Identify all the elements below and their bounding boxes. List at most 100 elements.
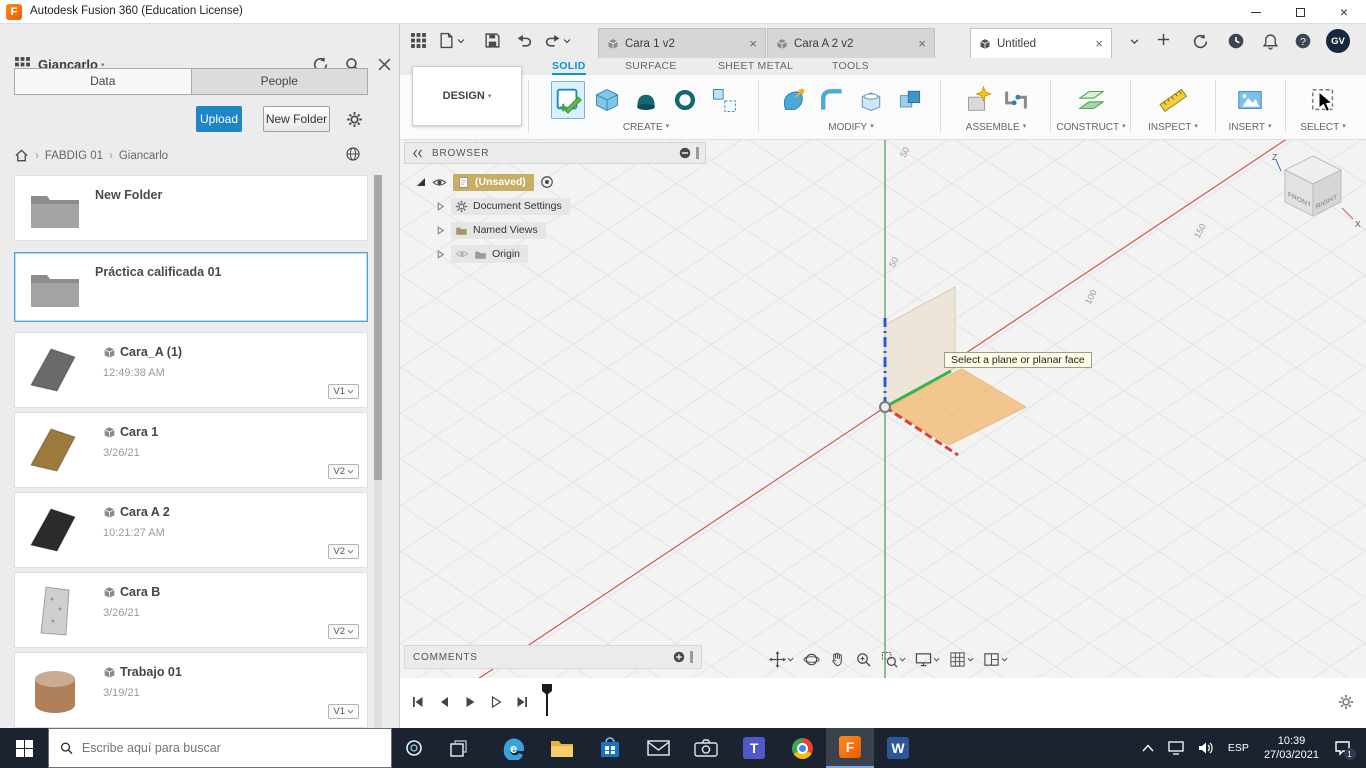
breadcrumb-current[interactable]: Giancarlo <box>119 150 168 162</box>
browser-root-row[interactable]: (Unsaved) <box>416 172 554 192</box>
version-dropdown[interactable]: V2 <box>328 624 359 639</box>
create-form-button[interactable] <box>590 81 624 119</box>
skip-to-start-button[interactable] <box>410 694 426 710</box>
home-icon[interactable] <box>14 148 29 163</box>
select-menu[interactable]: SELECT ▾ <box>1286 122 1360 133</box>
user-avatar[interactable]: GV <box>1326 29 1350 53</box>
version-dropdown[interactable]: V2 <box>328 464 359 479</box>
revolve-button[interactable] <box>629 81 663 119</box>
action-center-button[interactable]: 1 <box>1327 728 1358 768</box>
zoom-button[interactable] <box>852 649 875 670</box>
fillet-button[interactable] <box>815 81 849 119</box>
measure-button[interactable] <box>1156 81 1190 119</box>
redo-icon[interactable] <box>544 32 561 49</box>
browser-panel-header[interactable]: BROWSER <box>404 142 706 164</box>
undo-icon[interactable] <box>516 32 533 49</box>
document-tab[interactable]: Cara A 2 v2 × <box>767 28 935 58</box>
visibility-eye-off-icon[interactable] <box>455 247 469 261</box>
language-indicator[interactable]: ESP <box>1221 728 1256 768</box>
close-panel-icon[interactable] <box>376 56 393 73</box>
folder-card-selected[interactable]: Práctica calificada 01 <box>14 252 368 322</box>
search-input[interactable] <box>81 741 381 755</box>
workspace-selector[interactable]: DESIGN ▾ <box>412 66 522 126</box>
panel-settings-gear-icon[interactable] <box>346 111 363 128</box>
taskbar-word[interactable]: W <box>874 728 922 768</box>
upload-button[interactable]: Upload <box>196 106 242 132</box>
scrollbar-track[interactable] <box>374 175 382 728</box>
taskbar-edge[interactable]: e <box>490 728 538 768</box>
task-view-button[interactable] <box>436 728 480 768</box>
timeline-settings-gear-icon[interactable] <box>1338 694 1354 710</box>
taskbar-teams[interactable]: T <box>730 728 778 768</box>
tab-list-chevron-icon[interactable] <box>1130 37 1139 46</box>
step-forward-button[interactable] <box>488 694 504 710</box>
viewport-layout-button[interactable] <box>980 649 1011 670</box>
panel-drag-handle[interactable] <box>696 147 699 159</box>
pattern-button[interactable] <box>707 81 741 119</box>
step-back-button[interactable] <box>436 694 452 710</box>
taskbar-camera[interactable] <box>682 728 730 768</box>
insert-canvas-button[interactable] <box>1233 81 1267 119</box>
browser-row-named-views[interactable]: Named Views <box>436 220 546 240</box>
tab-close-icon[interactable]: × <box>743 36 757 51</box>
file-card[interactable]: Cara A 2 10:21:27 AM V2 <box>14 492 368 568</box>
taskbar-fusion360-active[interactable]: F <box>826 728 874 768</box>
document-root-chip[interactable]: (Unsaved) <box>453 173 534 191</box>
tab-tools[interactable]: TOOLS <box>832 60 869 72</box>
close-button[interactable]: × <box>1322 0 1366 24</box>
construct-plane-button[interactable] <box>1074 81 1108 119</box>
hand-pan-button[interactable] <box>826 649 849 670</box>
modify-menu[interactable]: MODIFY ▾ <box>762 122 940 133</box>
file-card[interactable]: Cara 1 3/26/21 V2 <box>14 412 368 488</box>
folder-card[interactable]: New Folder <box>14 175 368 241</box>
browser-row-document-settings[interactable]: Document Settings <box>436 196 570 216</box>
construct-menu[interactable]: CONSTRUCT ▾ <box>1052 122 1130 133</box>
taskbar-mail[interactable] <box>634 728 682 768</box>
create-menu[interactable]: CREATE ▾ <box>532 122 760 133</box>
chevron-down-icon[interactable] <box>457 37 465 45</box>
file-panel-icon[interactable] <box>410 32 427 49</box>
notifications-bell-icon[interactable] <box>1260 31 1280 51</box>
new-component-button[interactable] <box>960 81 994 119</box>
create-sketch-button[interactable] <box>551 80 585 119</box>
maximize-button[interactable] <box>1278 0 1322 24</box>
display-settings-button[interactable] <box>912 649 943 670</box>
collapse-panel-icon[interactable] <box>411 147 424 160</box>
tab-people[interactable]: People <box>190 69 367 94</box>
assemble-menu[interactable]: ASSEMBLE ▾ <box>942 122 1050 133</box>
insert-menu[interactable]: INSERT ▾ <box>1216 122 1284 133</box>
combine-button[interactable] <box>893 81 927 119</box>
browser-row-origin[interactable]: Origin <box>436 244 529 264</box>
orbit-button[interactable] <box>800 649 823 670</box>
version-dropdown[interactable]: V1 <box>328 704 359 719</box>
tab-surface[interactable]: SURFACE <box>625 60 677 72</box>
shell-button[interactable] <box>854 81 888 119</box>
breadcrumb-root[interactable]: FABDIG 01 <box>45 150 103 162</box>
play-button[interactable] <box>462 694 478 710</box>
tab-solid[interactable]: SOLID <box>552 60 586 75</box>
coil-button[interactable] <box>668 81 702 119</box>
press-pull-button[interactable] <box>776 81 810 119</box>
minimize-browser-icon[interactable] <box>678 146 692 160</box>
taskbar-clock[interactable]: 10:39 27/03/2021 <box>1256 734 1327 763</box>
expander-icon[interactable] <box>436 250 445 259</box>
add-comment-plus-icon[interactable] <box>672 650 686 664</box>
origin-point[interactable] <box>879 401 891 413</box>
expander-icon[interactable] <box>436 202 445 211</box>
file-menu-icon[interactable] <box>438 32 455 49</box>
start-button[interactable] <box>0 728 48 768</box>
expander-icon[interactable] <box>436 226 445 235</box>
grid-settings-button[interactable] <box>946 649 977 670</box>
panel-drag-handle[interactable] <box>690 651 693 663</box>
version-dropdown[interactable]: V1 <box>328 384 359 399</box>
document-tab-active[interactable]: Untitled × <box>970 28 1112 58</box>
activate-component-radio-icon[interactable] <box>540 175 554 189</box>
viewcube[interactable]: Z FRONT RIGHT X <box>1268 148 1366 233</box>
network-icon[interactable] <box>1161 728 1191 768</box>
viewport-canvas[interactable]: 50 50 100 150 BROWSER (Unsaved) Document… <box>400 140 1366 678</box>
collapse-all-icon[interactable] <box>416 177 426 187</box>
file-card[interactable]: Cara B 3/26/21 V2 <box>14 572 368 648</box>
document-tab[interactable]: Cara 1 v2 × <box>598 28 766 58</box>
taskbar-chrome[interactable] <box>778 728 826 768</box>
file-card[interactable]: Trabajo 01 3/19/21 V1 <box>14 652 368 728</box>
